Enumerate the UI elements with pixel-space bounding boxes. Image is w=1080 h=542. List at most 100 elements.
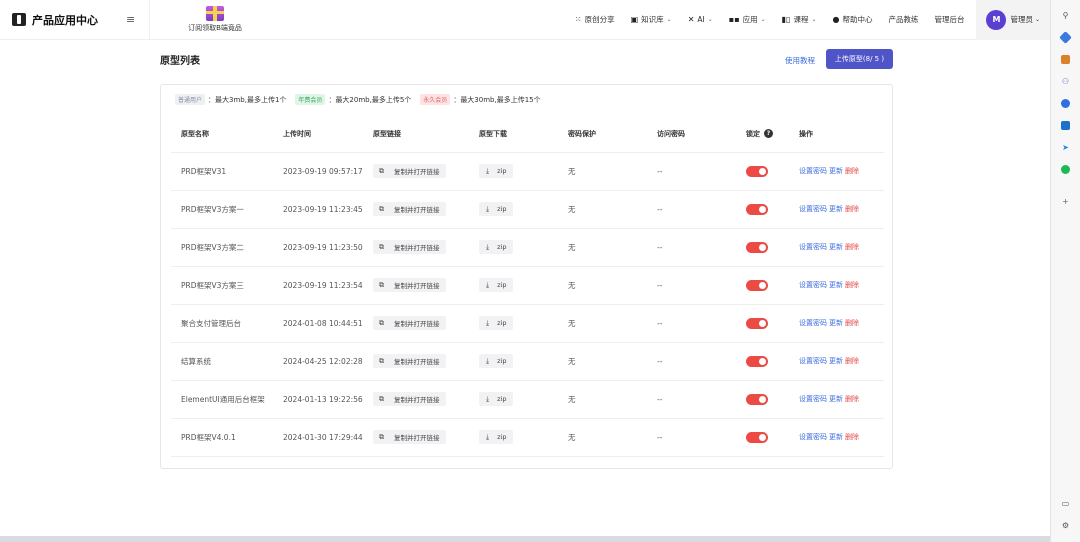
actions-cell: 设置密码 更新 删除 — [789, 342, 884, 381]
update-link[interactable]: 更新 — [829, 205, 843, 213]
lock-toggle[interactable] — [746, 355, 768, 367]
lock-toggle[interactable] — [746, 241, 768, 253]
set-password-link[interactable]: 设置密码 — [799, 205, 827, 213]
update-link[interactable]: 更新 — [829, 167, 843, 175]
copy-open-link-button[interactable]: ⧉ 复制并打开链接 — [373, 278, 446, 292]
download-zip-button[interactable]: ⤓ zip — [479, 430, 514, 444]
chevron-down-icon: ⌄ — [707, 16, 713, 23]
download-zip-button[interactable]: ⤓ zip — [479, 354, 514, 368]
nav-item-help[interactable]: ● 帮助中心 — [824, 14, 880, 25]
copy-open-link-button[interactable]: ⧉ 复制并打开链接 — [373, 354, 446, 368]
delete-link[interactable]: 删除 — [845, 319, 859, 327]
add-icon[interactable]: + — [1059, 194, 1073, 208]
update-link[interactable]: 更新 — [829, 433, 843, 441]
tutorial-link[interactable]: 使用教程 — [785, 55, 815, 66]
copy-open-link-button[interactable]: ⧉ 复制并打开链接 — [373, 164, 446, 178]
update-link[interactable]: 更新 — [829, 319, 843, 327]
nav-item-admin-console[interactable]: 管理后台 — [926, 14, 972, 25]
download-zip-button[interactable]: ⤓ zip — [479, 202, 514, 216]
set-password-link[interactable]: 设置密码 — [799, 281, 827, 289]
download-zip-button[interactable]: ⤓ zip — [479, 392, 514, 406]
download-zip-button[interactable]: ⤓ zip — [479, 278, 514, 292]
download-icon: ⤓ — [486, 394, 490, 403]
delete-link[interactable]: 删除 — [845, 243, 859, 251]
book-icon: ▣ — [630, 15, 639, 24]
download-zip-button[interactable]: ⤓ zip — [479, 316, 514, 330]
copy-open-link-button[interactable]: ⧉ 复制并打开链接 — [373, 392, 446, 406]
brand[interactable]: 产品应用中心 ≡ — [0, 0, 150, 40]
update-link[interactable]: 更新 — [829, 357, 843, 365]
update-link[interactable]: 更新 — [829, 281, 843, 289]
download-cell: ⤓ zip — [469, 266, 558, 305]
upload-time: 2023-09-19 09:57:17 — [273, 152, 363, 191]
actions-cell: 设置密码 更新 删除 — [789, 380, 884, 419]
help-icon[interactable]: ? — [764, 129, 773, 139]
link-cell: ⧉ 复制并打开链接 — [363, 380, 469, 419]
tag-icon[interactable] — [1059, 30, 1073, 44]
copy-open-link-button[interactable]: ⧉ 复制并打开链接 — [373, 202, 446, 216]
nav-item-coach[interactable]: 产品教练 — [880, 14, 926, 25]
lock-toggle[interactable] — [746, 393, 768, 405]
outlook-icon[interactable] — [1059, 118, 1073, 132]
set-password-link[interactable]: 设置密码 — [799, 319, 827, 327]
copy-label: 复制并打开链接 — [394, 320, 440, 328]
limit-colon: ： — [453, 95, 461, 104]
lock-toggle[interactable] — [746, 431, 768, 443]
update-link[interactable]: 更新 — [829, 243, 843, 251]
prototype-table: 原型名称 上传时间 原型链接 原型下载 密码保护 访问密码 锁定? 操作 PRD… — [171, 116, 884, 457]
set-password-link[interactable]: 设置密码 — [799, 357, 827, 365]
delete-link[interactable]: 删除 — [845, 281, 859, 289]
briefcase-icon[interactable] — [1059, 52, 1073, 66]
limit-colon: ： — [328, 95, 336, 104]
prototype-name: 聚合支付管理后台 — [171, 304, 273, 343]
delete-link[interactable]: 删除 — [845, 395, 859, 403]
download-zip-button[interactable]: ⤓ zip — [479, 240, 514, 254]
spotify-icon[interactable] — [1059, 162, 1073, 176]
set-password-link[interactable]: 设置密码 — [799, 167, 827, 175]
password-protect: 无 — [558, 418, 647, 457]
subscribe-promo[interactable]: 订阅领取B端竟品 — [180, 6, 250, 33]
screen-share-icon[interactable]: ▭ — [1059, 496, 1073, 510]
limit-text: 最大30mb,最多上传15个 — [460, 95, 541, 104]
nav-item-course[interactable]: ▮▯ 课程 ⌄ — [774, 14, 825, 25]
set-password-link[interactable]: 设置密码 — [799, 243, 827, 251]
lock-toggle[interactable] — [746, 165, 768, 177]
delete-link[interactable]: 删除 — [845, 357, 859, 365]
nav-item-original-share[interactable]: ⁙ 原创分享 — [567, 14, 623, 25]
col-name: 原型名称 — [171, 116, 273, 153]
table-row: PRD框架V3方案二 2023-09-19 11:23:50 ⧉ 复制并打开链接 ⤓ zi… — [171, 228, 884, 267]
lock-cell — [736, 266, 789, 305]
link-cell: ⧉ 复制并打开链接 — [363, 190, 469, 229]
upload-prototype-button[interactable]: 上传原型(8/ 5 ) — [826, 49, 893, 69]
copilot-icon[interactable] — [1059, 96, 1073, 110]
menu-toggle-icon[interactable]: ≡ — [126, 13, 135, 26]
lock-toggle[interactable] — [746, 317, 768, 329]
tag-lifetime-member: 永久会员 — [420, 94, 451, 105]
delete-link[interactable]: 删除 — [845, 433, 859, 441]
lock-toggle[interactable] — [746, 279, 768, 291]
set-password-link[interactable]: 设置密码 — [799, 395, 827, 403]
search-icon[interactable]: ⚲ — [1059, 8, 1073, 22]
copy-open-link-button[interactable]: ⧉ 复制并打开链接 — [373, 430, 446, 444]
delete-link[interactable]: 删除 — [845, 167, 859, 175]
set-password-link[interactable]: 设置密码 — [799, 433, 827, 441]
update-link[interactable]: 更新 — [829, 395, 843, 403]
admin-menu[interactable]: M 管理员 ⌄ — [976, 0, 1050, 40]
download-icon: ⤓ — [486, 280, 490, 289]
nav-item-apps[interactable]: ▪▪ 应用 ⌄ — [721, 14, 774, 25]
delete-link[interactable]: 删除 — [845, 205, 859, 213]
nav-item-knowledge[interactable]: ▣ 知识库 ⌄ — [623, 14, 680, 25]
copy-label: 复制并打开链接 — [394, 168, 440, 176]
send-icon[interactable]: ➤ — [1059, 140, 1073, 154]
password-protect: 无 — [558, 380, 647, 419]
gear-icon[interactable]: ⚙ — [1059, 518, 1073, 532]
browser-sidebar: ⚲ ⚇ ➤ + ▭ ⚙ — [1050, 0, 1080, 542]
nav-item-ai[interactable]: ✕ AI ⌄ — [680, 15, 721, 24]
download-zip-button[interactable]: ⤓ zip — [479, 164, 514, 178]
lock-toggle[interactable] — [746, 203, 768, 215]
copy-open-link-button[interactable]: ⧉ 复制并打开链接 — [373, 240, 446, 254]
password-protect: 无 — [558, 190, 647, 229]
access-password: -- — [647, 418, 736, 457]
copy-open-link-button[interactable]: ⧉ 复制并打开链接 — [373, 316, 446, 330]
people-icon[interactable]: ⚇ — [1059, 74, 1073, 88]
